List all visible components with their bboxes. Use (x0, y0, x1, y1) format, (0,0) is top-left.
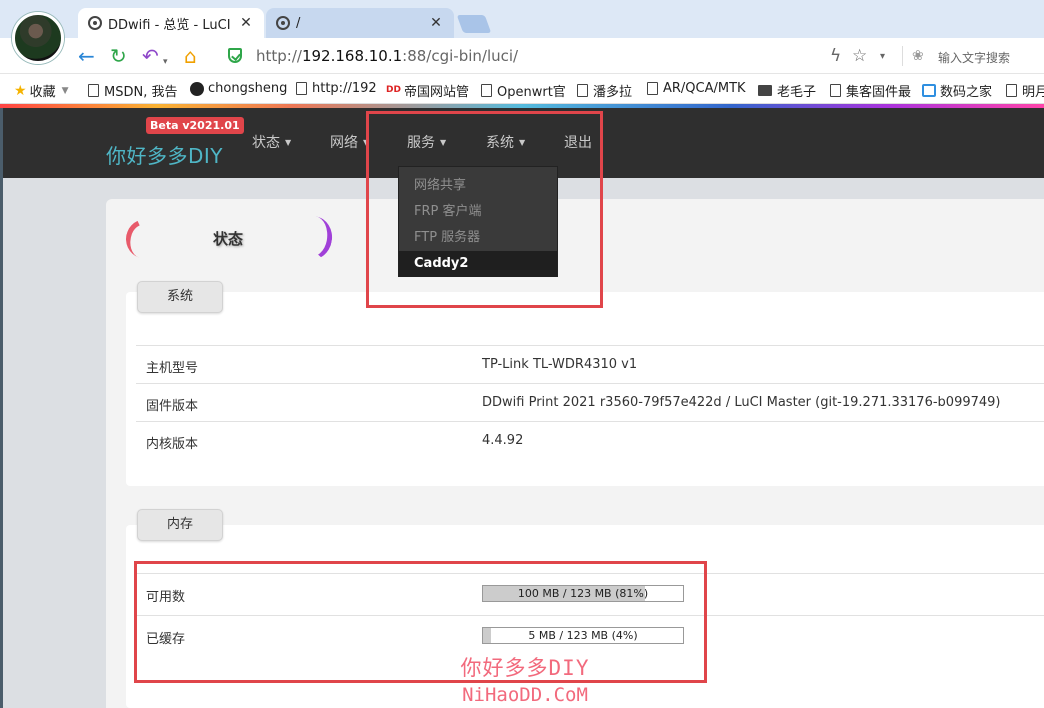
page-icon (577, 84, 588, 97)
bookmark-item[interactable]: 明月 (1006, 81, 1044, 100)
close-icon[interactable]: ✕ (238, 15, 254, 31)
page-icon (296, 82, 307, 95)
row-label: 主机型号 (146, 361, 199, 376)
back-arrow-icon[interactable]: ← (78, 46, 95, 66)
bookmark-item[interactable]: Openwrt官 (481, 81, 566, 100)
brand-logo[interactable]: 你好多多DIY (106, 140, 223, 169)
tab-title: / (296, 15, 301, 31)
undo-icon[interactable]: ↶ (142, 46, 159, 66)
refresh-icon[interactable]: ↻ (110, 46, 127, 66)
tab-title: DDwifi - 总览 - LuCI (108, 17, 231, 33)
divider (902, 46, 903, 66)
user-avatar[interactable] (12, 12, 64, 64)
bookmark-item[interactable]: 数码之家 (922, 81, 992, 100)
memory-section-tab[interactable]: 内存 (137, 509, 223, 541)
bookmarks-bar: ★ 收藏 ▼ MSDN, 我告 chongsheng http://192 DD 帝国… (0, 74, 1044, 104)
search-input[interactable]: 输入文字搜索 (938, 49, 1010, 66)
chevron-down-icon: ▼ (61, 85, 69, 96)
bookmark-item[interactable]: http://192 (296, 81, 377, 96)
menu-network[interactable]: 网络 ▼ (330, 132, 369, 152)
eye-icon (88, 16, 102, 30)
page-icon (647, 82, 658, 95)
ddwifi-logo-icon: DD (386, 85, 401, 95)
bookmark-item[interactable]: 老毛子 (758, 81, 816, 100)
browser-tab-inactive[interactable]: / ✕ (266, 8, 454, 38)
lightning-icon[interactable]: ϟ (830, 46, 841, 66)
home-icon (922, 84, 936, 97)
close-icon[interactable]: ✕ (428, 15, 444, 31)
new-tab-button[interactable] (456, 15, 492, 33)
page-icon (481, 84, 492, 97)
row-value: DDwifi Print 2021 r3560-79f57e422d / LuC… (482, 395, 1001, 410)
bookmark-item[interactable]: chongsheng (190, 81, 287, 96)
eye-icon (276, 16, 290, 30)
row-value: 4.4.92 (482, 433, 524, 448)
row-label: 固件版本 (146, 399, 199, 414)
github-icon (190, 81, 204, 96)
bookmark-item[interactable]: AR/QCA/MTK (647, 81, 746, 96)
page-title: 状态 (213, 230, 244, 248)
shield-icon (228, 48, 242, 63)
chevron-down-icon[interactable]: ▾ (163, 52, 168, 72)
watermark-line: NiHaoDD.CoM (462, 684, 588, 706)
annotation-highlight-box (366, 111, 603, 308)
bookmark-item[interactable]: MSDN, 我告 (88, 81, 177, 100)
annotation-highlight-box (134, 561, 707, 683)
table-row: 内核版本 4.4.92 (136, 421, 1044, 459)
paw-icon: ❀ (912, 48, 924, 64)
bookmark-favorites[interactable]: ★ 收藏 ▼ (14, 81, 69, 101)
page-icon (830, 84, 841, 97)
folder-icon (758, 85, 772, 96)
star-icon: ★ (14, 82, 27, 99)
star-icon[interactable]: ☆ (852, 46, 867, 66)
table-row: 主机型号 TP-Link TL-WDR4310 v1 (136, 345, 1044, 383)
beta-badge: Beta v2021.01 (146, 117, 244, 134)
page-icon (1006, 84, 1017, 97)
chevron-down-icon[interactable]: ▾ (880, 51, 885, 62)
home-icon[interactable]: ⌂ (184, 46, 197, 66)
page-icon (88, 84, 99, 97)
browser-tab-active[interactable]: DDwifi - 总览 - LuCI ✕ (78, 8, 264, 38)
address-bar: ← ↻ ↶ ▾ ⌂ http://192.168.10.1:88/cgi-bin… (0, 38, 1044, 74)
table-row: 固件版本 DDwifi Print 2021 r3560-79f57e422d … (136, 383, 1044, 421)
bookmark-item[interactable]: DD 帝国网站管 (386, 81, 469, 100)
menu-status[interactable]: 状态 ▼ (252, 132, 291, 152)
watermark: 你好多多DIY NiHaoDD.CoM (450, 652, 600, 706)
page-edge (0, 108, 3, 708)
bookmark-item[interactable]: 集客固件最 (830, 81, 911, 100)
row-label: 内核版本 (146, 437, 199, 452)
url-field[interactable]: http://192.168.10.1:88/cgi-bin/luci/ (256, 47, 518, 65)
chevron-down-icon: ▼ (285, 138, 292, 147)
row-value: TP-Link TL-WDR4310 v1 (482, 357, 638, 372)
luci-page: Beta v2021.01 你好多多DIY 状态 ▼ 网络 ▼ 服务 ▼ 系统 ▼ 退出… (0, 108, 1044, 708)
bookmark-item[interactable]: 潘多拉 (577, 81, 632, 100)
watermark-line: 你好多多DIY (460, 656, 590, 680)
system-section-tab[interactable]: 系统 (137, 281, 223, 313)
browser-tab-bar: DDwifi - 总览 - LuCI ✕ / ✕ (0, 0, 1044, 38)
